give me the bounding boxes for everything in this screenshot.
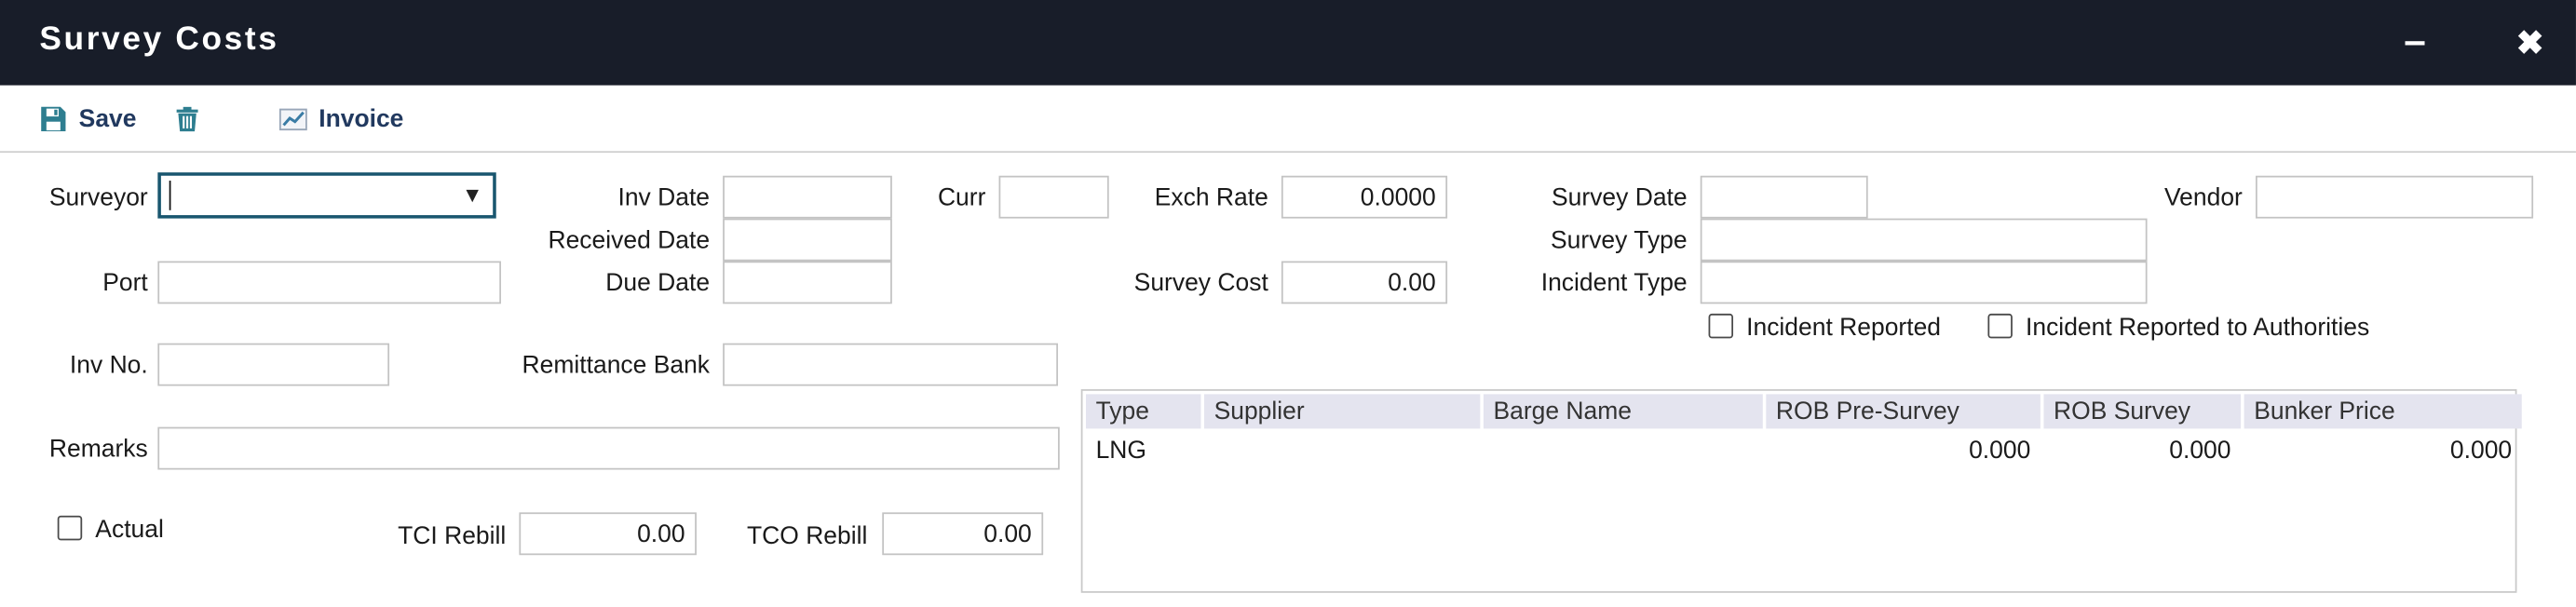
save-icon (39, 104, 67, 132)
survey-type-label: Survey Type (1486, 226, 1687, 254)
minimize-icon: – (2404, 20, 2426, 65)
inv-no-label: Inv No. (0, 351, 148, 379)
survey-costs-dialog: Survey Costs – ✖ Save (0, 0, 2576, 607)
bunker-table-header: Type Supplier Barge Name ROB Pre-Survey … (1086, 394, 2522, 428)
actual-label: Actual (95, 516, 164, 544)
remittance-bank-field[interactable] (723, 344, 1058, 386)
received-date-field[interactable] (723, 219, 892, 262)
trash-icon (174, 104, 200, 132)
vendor-label: Vendor (2095, 184, 2243, 212)
cell-supplier (1204, 432, 1480, 470)
cell-bunker-price: 0.000 (2244, 432, 2522, 470)
survey-date-label: Survey Date (1486, 184, 1687, 212)
close-icon: ✖ (2516, 22, 2544, 63)
survey-cost-label: Survey Cost (1084, 269, 1268, 297)
incident-reported-checkbox[interactable] (1709, 314, 1733, 338)
column-header-rob-survey: ROB Survey (2043, 394, 2241, 428)
cell-barge-name (1484, 432, 1763, 470)
received-date-label: Received Date (493, 226, 710, 254)
survey-cost-field[interactable] (1281, 261, 1447, 304)
column-header-bunker-price: Bunker Price (2244, 394, 2522, 428)
toolbar: Save Invoice (0, 86, 2576, 153)
remittance-bank-label: Remittance Bank (493, 351, 710, 379)
save-button-label: Save (79, 104, 137, 132)
invoice-button[interactable]: Invoice (279, 86, 404, 152)
chevron-down-icon[interactable]: ▼ (462, 182, 483, 207)
save-button[interactable]: Save (39, 86, 136, 152)
port-label: Port (0, 269, 148, 297)
due-date-field[interactable] (723, 261, 892, 304)
curr-label: Curr (881, 184, 986, 212)
minimize-button[interactable]: – (2379, 0, 2451, 86)
incident-reported-label: Incident Reported (1746, 314, 1941, 342)
incident-type-label: Incident Type (1486, 269, 1687, 297)
remarks-label: Remarks (0, 435, 148, 463)
tco-rebill-label: TCO Rebill (658, 522, 868, 550)
column-header-type: Type (1086, 394, 1200, 428)
incident-type-field[interactable] (1701, 261, 2148, 304)
titlebar: Survey Costs – ✖ (0, 0, 2576, 86)
cell-type: LNG (1086, 432, 1200, 470)
close-button[interactable]: ✖ (2494, 0, 2567, 86)
column-header-supplier: Supplier (1204, 394, 1480, 428)
survey-type-field[interactable] (1701, 219, 2148, 262)
remarks-field[interactable] (157, 427, 1059, 470)
delete-button[interactable] (174, 86, 200, 152)
inv-date-label: Inv Date (542, 184, 710, 212)
due-date-label: Due Date (542, 269, 710, 297)
surveyor-label: Surveyor (0, 184, 148, 212)
column-header-rob-pre-survey: ROB Pre-Survey (1766, 394, 2040, 428)
column-header-barge-name: Barge Name (1484, 394, 1763, 428)
surveyor-combobox[interactable]: ▼ (157, 172, 495, 218)
inv-no-field[interactable] (157, 344, 389, 386)
text-caret (169, 181, 171, 210)
tco-rebill-field[interactable] (882, 512, 1043, 555)
invoice-button-label: Invoice (319, 104, 403, 132)
survey-date-field[interactable] (1701, 176, 1868, 219)
tci-rebill-label: TCI Rebill (296, 522, 507, 550)
actual-checkbox[interactable] (58, 516, 82, 540)
port-field[interactable] (157, 261, 501, 304)
bunker-table: Type Supplier Barge Name ROB Pre-Survey … (1081, 389, 2517, 593)
inv-date-field[interactable] (723, 176, 892, 219)
table-row[interactable]: LNG 0.000 0.000 0.000 (1086, 432, 2522, 470)
vendor-field[interactable] (2256, 176, 2533, 219)
cell-rob-pre-survey: 0.000 (1766, 432, 2040, 470)
page-title: Survey Costs (39, 21, 278, 60)
invoice-chart-icon (279, 104, 307, 132)
exch-rate-field[interactable] (1281, 176, 1447, 219)
incident-reported-authorities-checkbox[interactable] (1987, 314, 2012, 338)
exch-rate-label: Exch Rate (1084, 184, 1268, 212)
incident-reported-authorities-label: Incident Reported to Authorities (2026, 314, 2369, 342)
cell-rob-survey: 0.000 (2043, 432, 2241, 470)
